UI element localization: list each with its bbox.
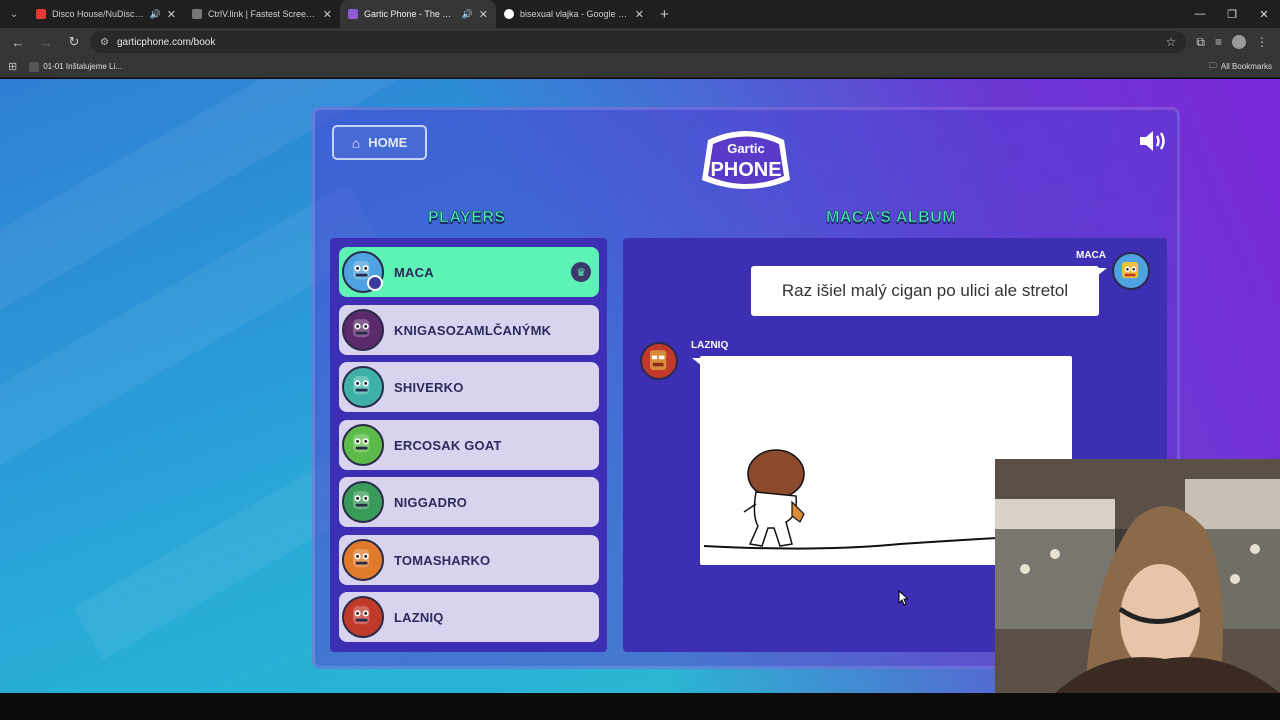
menu-icon[interactable]: ⋮ (1256, 35, 1268, 50)
sound-icon[interactable] (1138, 128, 1168, 154)
player-row: LAZNIQ (339, 592, 599, 642)
bottom-bar (0, 693, 1280, 720)
player-row: MACA ♛ (339, 247, 599, 297)
bookmark-label: 01-01 Inštalujeme Li... (43, 61, 122, 71)
player-name: LAZNIQ (394, 609, 444, 625)
current-user-icon (367, 275, 383, 291)
album-text: Raz išiel malý cigan po ulici ale streto… (781, 281, 1069, 300)
tab-title: Disco House/NuDisco Meg (52, 9, 144, 19)
player-row: SHIVERKO (339, 362, 599, 412)
media-icon[interactable]: ≡ (1215, 35, 1222, 50)
bookmark-favicon-icon (29, 61, 40, 72)
all-bookmarks-label: All Bookmarks (1220, 62, 1272, 71)
gartic-icon (348, 9, 358, 19)
mouse-cursor-icon (898, 590, 908, 606)
player-avatar (342, 481, 384, 523)
restore-icon[interactable]: ❐ (1216, 8, 1248, 21)
apps-icon[interactable]: ⊞ (8, 60, 17, 73)
home-button[interactable]: ⌂ HOME (332, 125, 427, 160)
close-icon[interactable]: ✕ (479, 8, 488, 21)
bookmark-item[interactable]: 01-01 Inštalujeme Li... (29, 61, 122, 72)
player-avatar (342, 539, 384, 581)
player-name: MACA (394, 264, 434, 280)
player-row: KNIGASOZAMLČANÝMK (339, 305, 599, 355)
address-bar: ← → ↻ ⚙ garticphone.com/book ☆ ⧉ ≡ ⋮ (0, 28, 1280, 56)
tab-ctrlv[interactable]: CtrlV.link | Fastest ScreenShot a ✕ (184, 0, 340, 28)
player-name: ERCOSAK GOAT (394, 437, 502, 453)
url-text: garticphone.com/book (116, 36, 216, 48)
album-text-message: Raz išiel malý cigan po ulici ale streto… (751, 266, 1107, 316)
gartic-phone-logo: Gartic PHONE (702, 131, 790, 189)
tab-title: bisexual vlajka - Google Search (520, 9, 629, 19)
new-tab-button[interactable]: + (652, 6, 677, 23)
player-avatar (342, 596, 384, 638)
player-row: TOMASHARKO (339, 535, 599, 585)
tab-gartic[interactable]: Gartic Phone - The Telepho 🔊 ✕ (340, 0, 496, 28)
back-icon[interactable]: ← (6, 35, 30, 50)
player-name: TOMASHARKO (394, 552, 491, 568)
player-name: NIGGADRO (394, 494, 468, 510)
profile-avatar[interactable] (1232, 34, 1246, 49)
player-name: SHIVERKO (394, 379, 464, 395)
close-icon[interactable]: ✕ (635, 8, 644, 21)
tab-bar: ⌄ Disco House/NuDisco Meg 🔊 ✕ CtrlV.link… (0, 0, 1280, 28)
players-title: PLAYERS (428, 209, 506, 227)
minimize-icon[interactable]: — (1184, 8, 1216, 21)
speaker-icon[interactable]: 🔊 (150, 9, 161, 20)
player-row: NIGGADRO (339, 477, 599, 527)
reload-icon[interactable]: ↻ (62, 34, 86, 50)
close-icon[interactable]: ✕ (323, 8, 332, 21)
ctrlv-icon (192, 9, 202, 19)
window-close-icon[interactable]: ✕ (1248, 8, 1280, 21)
logo-top-text: Gartic (727, 141, 765, 156)
player-avatar (342, 309, 384, 351)
message-author: MACA (1076, 250, 1106, 261)
bookmarks-bar: ⊞ 01-01 Inštalujeme Li... 🗀 All Bookmarks (0, 56, 1280, 78)
tab-title: CtrlV.link | Fastest ScreenShot a (208, 9, 317, 19)
folder-icon: 🗀 (1208, 60, 1217, 70)
site-info-icon[interactable]: ⚙ (100, 37, 109, 48)
logo-bottom-text: PHONE (710, 159, 781, 181)
maca-avatar (1112, 252, 1150, 290)
crown-icon: ♛ (571, 262, 591, 282)
player-row: ERCOSAK GOAT (339, 420, 599, 470)
tab-disco[interactable]: Disco House/NuDisco Meg 🔊 ✕ (28, 0, 184, 28)
google-icon (504, 9, 514, 19)
all-bookmarks-button[interactable]: 🗀 All Bookmarks (1209, 60, 1272, 74)
webcam-overlay (995, 459, 1280, 693)
player-avatar (342, 366, 384, 408)
home-label: HOME (368, 135, 408, 150)
lazniq-avatar (640, 342, 678, 380)
home-icon: ⌂ (351, 134, 361, 151)
forward-icon[interactable]: → (34, 35, 58, 50)
tab-title: Gartic Phone - The Telepho (364, 9, 456, 19)
speaker-icon[interactable]: 🔊 (462, 9, 473, 20)
album-title: MACA'S ALBUM (826, 209, 957, 227)
bookmark-star-icon[interactable]: ☆ (1166, 35, 1177, 49)
close-icon[interactable]: ✕ (167, 8, 176, 21)
tab-google[interactable]: bisexual vlajka - Google Search ✕ (496, 0, 652, 28)
youtube-icon (36, 9, 46, 19)
url-field[interactable]: ⚙ garticphone.com/book ☆ (90, 31, 1187, 53)
player-name: KNIGASOZAMLČANÝMK (394, 322, 552, 338)
extensions-icon[interactable]: ⧉ (1196, 35, 1205, 50)
tab-search-icon[interactable]: ⌄ (0, 0, 28, 28)
message-author: LAZNIQ (691, 340, 729, 351)
player-avatar (342, 424, 384, 466)
